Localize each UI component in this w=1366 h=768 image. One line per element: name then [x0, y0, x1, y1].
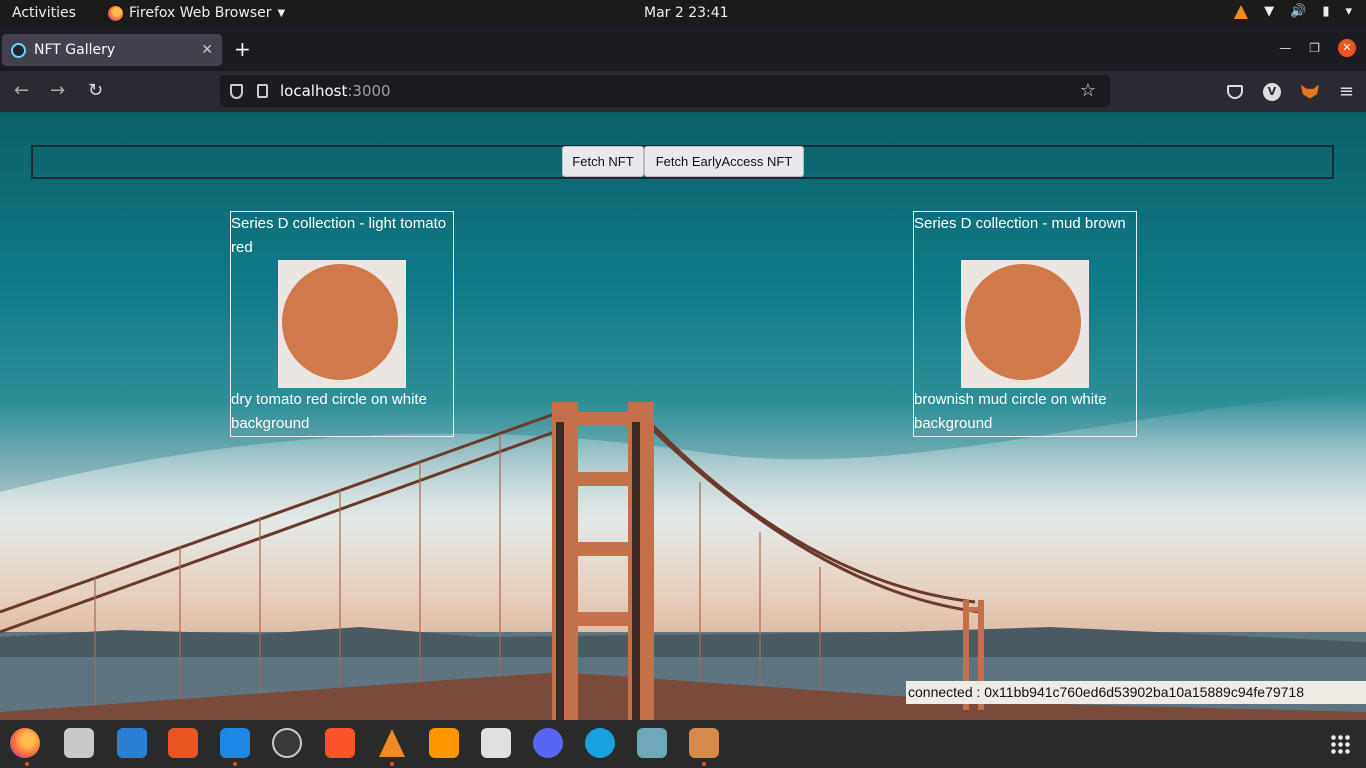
- nft-title: Series D collection - mud brown: [914, 215, 1126, 232]
- navigation-bar: ← → ↻ localhost :3000 ☆ V ≡: [0, 71, 1366, 112]
- back-arrow-icon[interactable]: ←: [14, 80, 29, 101]
- obs-icon[interactable]: [272, 728, 302, 758]
- close-tab-icon[interactable]: ✕: [201, 42, 213, 58]
- box-icon[interactable]: [689, 728, 719, 758]
- running-indicator: [25, 762, 29, 766]
- discord-icon[interactable]: [533, 728, 563, 758]
- pocket-icon[interactable]: [1226, 84, 1243, 99]
- files-icon[interactable]: [64, 728, 94, 758]
- react-favicon-icon: [11, 42, 26, 58]
- sublime-icon[interactable]: [429, 728, 459, 758]
- running-indicator: [390, 762, 394, 766]
- nft-card: Series D collection - mud brown brownish…: [913, 211, 1137, 437]
- page-info-icon[interactable]: [257, 84, 268, 98]
- running-indicator: [702, 762, 706, 766]
- url-bar[interactable]: localhost :3000 ☆: [220, 75, 1110, 107]
- nft-circle: [965, 264, 1081, 380]
- tab-title: NFT Gallery: [34, 42, 116, 58]
- firefox-icon: [108, 5, 123, 21]
- software-icon[interactable]: [168, 728, 198, 758]
- brave-icon[interactable]: [325, 728, 355, 758]
- fetch-early-access-nft-button[interactable]: Fetch EarlyAccess NFT: [644, 146, 804, 177]
- nft-card: Series D collection - light tomato red d…: [230, 211, 454, 437]
- tasks-icon[interactable]: [585, 728, 615, 758]
- minimize-icon[interactable]: —: [1279, 41, 1291, 55]
- nft-circle: [282, 264, 398, 380]
- bookmark-star-icon[interactable]: ☆: [1080, 80, 1096, 101]
- url-port: :3000: [347, 82, 391, 100]
- nft-description: dry tomato red circle on white backgroun…: [231, 391, 427, 432]
- account-avatar[interactable]: V: [1262, 82, 1281, 101]
- screenshot-icon[interactable]: [481, 728, 511, 758]
- wallet-connection-status: connected : 0x11bb941c760ed6d53902ba10a1…: [906, 681, 1366, 704]
- system-top-bar: Activities Firefox Web Browser ▼ Mar 2 2…: [0, 0, 1366, 27]
- volume-icon: 🔊: [1290, 4, 1307, 19]
- vscode-icon[interactable]: [220, 728, 250, 758]
- app-menu[interactable]: Firefox Web Browser ▼: [108, 5, 285, 21]
- nft-image: [961, 260, 1089, 388]
- fetch-nft-button[interactable]: Fetch NFT: [562, 146, 644, 177]
- nft-title: Series D collection - light tomato red: [231, 215, 447, 256]
- vlc-tray-icon[interactable]: [1234, 4, 1249, 19]
- activities-button[interactable]: Activities: [12, 5, 76, 21]
- dock: [0, 720, 1366, 768]
- writer-icon[interactable]: [117, 728, 147, 758]
- page-viewport: Fetch NFT Fetch EarlyAccess NFT Series D…: [0, 112, 1366, 720]
- vlc-icon[interactable]: [377, 728, 407, 758]
- power-menu-icon: ▾: [1345, 4, 1352, 19]
- reload-icon[interactable]: ↻: [88, 80, 103, 101]
- wifi-icon: ▼: [1264, 4, 1275, 19]
- firefox-icon[interactable]: [10, 728, 40, 758]
- system-tray[interactable]: ▼ 🔊 ▮ ▾: [1234, 4, 1352, 19]
- metamask-icon[interactable]: [1300, 84, 1319, 99]
- url-host: localhost: [280, 82, 348, 100]
- battery-icon: ▮: [1322, 4, 1330, 19]
- hamburger-menu-icon[interactable]: ≡: [1339, 81, 1354, 102]
- bridge-background-image: [0, 392, 1366, 720]
- close-window-icon[interactable]: ✕: [1338, 39, 1356, 57]
- running-indicator: [233, 762, 237, 766]
- tab-strip: NFT Gallery ✕ + — ❐ ✕: [0, 27, 1366, 71]
- nft-image: [278, 260, 406, 388]
- show-applications-icon[interactable]: [1330, 734, 1350, 754]
- clock[interactable]: Mar 2 23:41: [644, 5, 729, 21]
- forward-arrow-icon[interactable]: →: [50, 80, 65, 101]
- window-controls: — ❐ ✕: [1279, 39, 1356, 57]
- tab-nft-gallery[interactable]: NFT Gallery ✕: [2, 34, 222, 66]
- toolbar-extensions: V ≡: [1226, 81, 1354, 102]
- text-editor-icon[interactable]: [637, 728, 667, 758]
- chevron-down-icon: ▼: [277, 7, 286, 19]
- tracking-shield-icon[interactable]: [230, 83, 243, 99]
- app-menu-label: Firefox Web Browser: [129, 5, 272, 21]
- nft-description: brownish mud circle on white background: [914, 391, 1107, 432]
- new-tab-button[interactable]: +: [234, 37, 251, 61]
- restore-icon[interactable]: ❐: [1309, 41, 1320, 55]
